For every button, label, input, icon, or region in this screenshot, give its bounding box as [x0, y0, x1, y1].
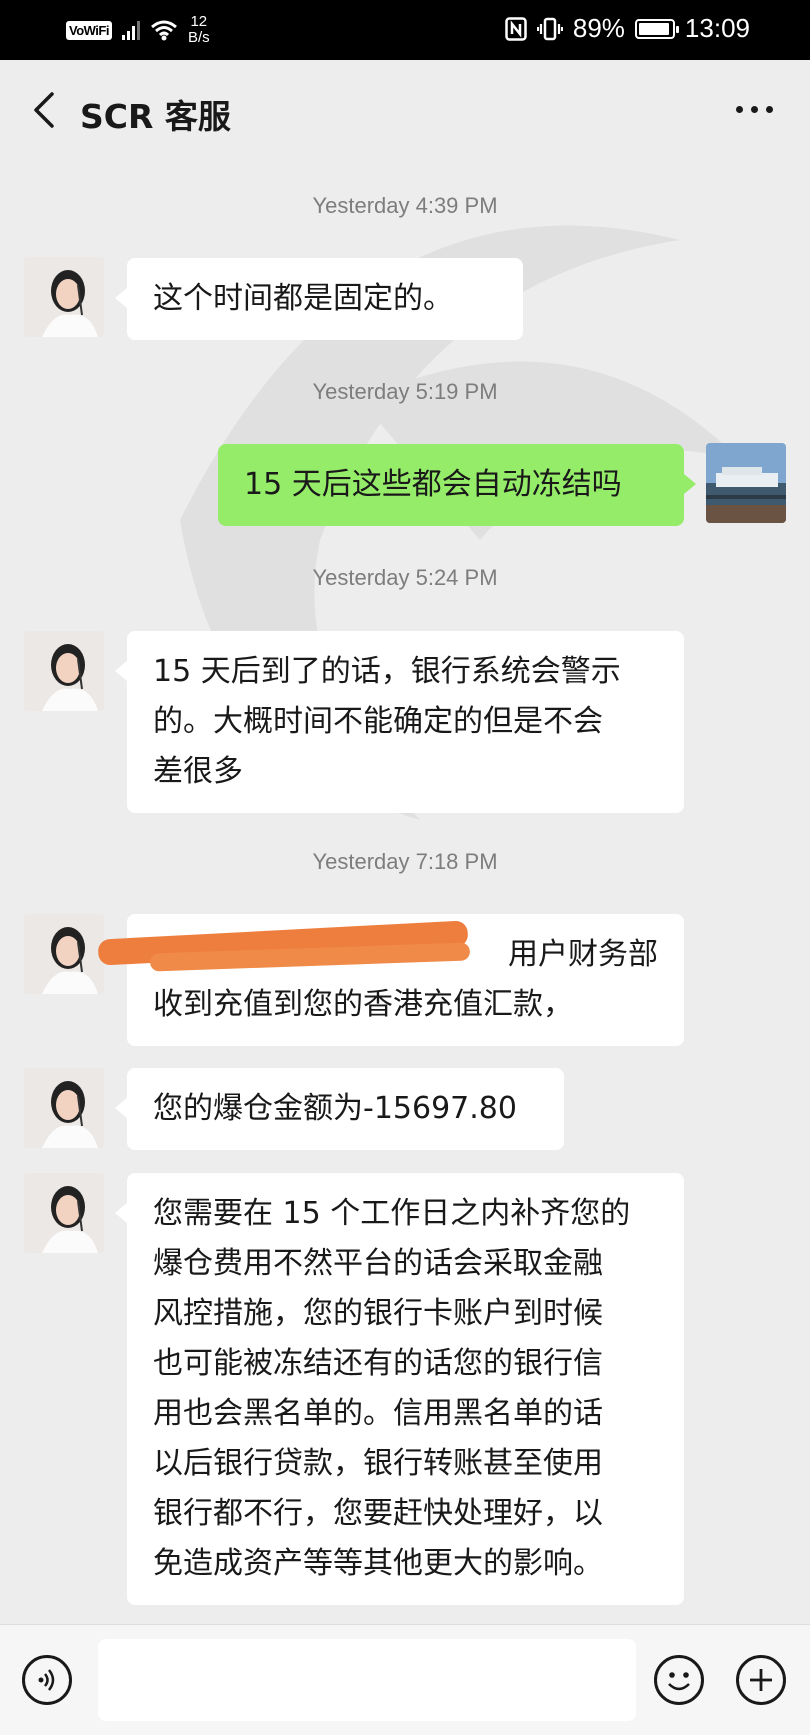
message-text-line: 爆仓费用不然平台的话会采取金融 — [153, 1246, 603, 1281]
message-text-line: 以后银行贷款，银行转账甚至使用 — [153, 1446, 603, 1481]
speed-value: 12 — [190, 13, 208, 30]
chat-header: SCR 客服 — [0, 60, 810, 160]
status-bar: VoWiFi 12 B/s 89% 13:09 — [0, 0, 810, 60]
message-text-line: 用也会黑名单的。信用黑名单的话 — [153, 1396, 603, 1431]
message-text-line: 收到充值到您的香港充值汇款， — [153, 987, 573, 1022]
voice-icon[interactable] — [22, 1655, 72, 1705]
clock: 13:09 — [684, 13, 750, 43]
message-text-line: 差很多 — [153, 754, 243, 789]
agent-avatar[interactable] — [24, 1173, 104, 1253]
emoji-icon[interactable] — [654, 1655, 704, 1705]
message-bubble[interactable]: 这个时间都是固定的。 — [115, 258, 523, 340]
message-text-line: 银行都不行，您要赶快处理好，以 — [153, 1496, 603, 1531]
signal-icon — [121, 20, 140, 40]
user-avatar[interactable] — [706, 443, 786, 523]
message-input[interactable] — [98, 1639, 636, 1721]
timestamp: Yesterday 5:24 PM — [312, 565, 498, 590]
message-text-line: 15 天后到了的话，银行系统会警示 — [153, 654, 621, 689]
chat-title: SCR 客服 — [80, 97, 231, 136]
message-text: 您的爆仓金额为-15697.80 — [153, 1091, 517, 1126]
input-bar — [0, 1624, 810, 1735]
timestamp: Yesterday 4:39 PM — [312, 193, 498, 218]
timestamp: Yesterday 7:18 PM — [312, 849, 498, 874]
message-text-line: 您需要在 15 个工作日之内补齐您的 — [153, 1196, 631, 1231]
battery-percent: 89% — [572, 13, 625, 43]
message-bubble[interactable]: 您的爆仓金额为-15697.80 — [115, 1068, 564, 1150]
timestamp: Yesterday 5:19 PM — [312, 379, 498, 404]
vowifi-badge: VoWiFi — [66, 20, 112, 40]
agent-avatar[interactable] — [24, 257, 104, 337]
agent-avatar[interactable] — [24, 631, 104, 711]
network-speed: 12 B/s — [188, 14, 210, 46]
battery-icon — [634, 18, 679, 39]
plus-icon[interactable] — [736, 1655, 786, 1705]
message-text: 15 天后这些都会自动冻结吗 — [244, 467, 622, 502]
wifi-icon — [151, 20, 177, 41]
agent-avatar[interactable] — [24, 914, 104, 994]
more-icon[interactable] — [730, 94, 778, 124]
agent-avatar[interactable] — [24, 1068, 104, 1148]
message-bubble[interactable]: 15 天后到了的话，银行系统会警示 的。大概时间不能确定的但是不会 差很多 — [115, 631, 684, 813]
message-text: 这个时间都是固定的。 — [153, 281, 453, 316]
nfc-icon — [505, 16, 527, 41]
message-text-line: 免造成资产等等其他更大的影响。 — [153, 1546, 603, 1581]
message-text-line: 风控措施，您的银行卡账户到时候 — [153, 1296, 603, 1331]
sent-message-bubble[interactable]: 15 天后这些都会自动冻结吗 — [218, 444, 696, 526]
vibrate-icon — [536, 17, 563, 40]
speed-unit: B/s — [187, 29, 210, 46]
message-text-line: 也可能被冻结还有的话您的银行信 — [153, 1346, 603, 1381]
message-bubble[interactable]: 您需要在 15 个工作日之内补齐您的 爆仓费用不然平台的话会采取金融 风控措施，… — [115, 1173, 684, 1605]
message-text-line: 的。大概时间不能确定的但是不会 — [153, 704, 603, 739]
back-button[interactable] — [24, 88, 64, 132]
